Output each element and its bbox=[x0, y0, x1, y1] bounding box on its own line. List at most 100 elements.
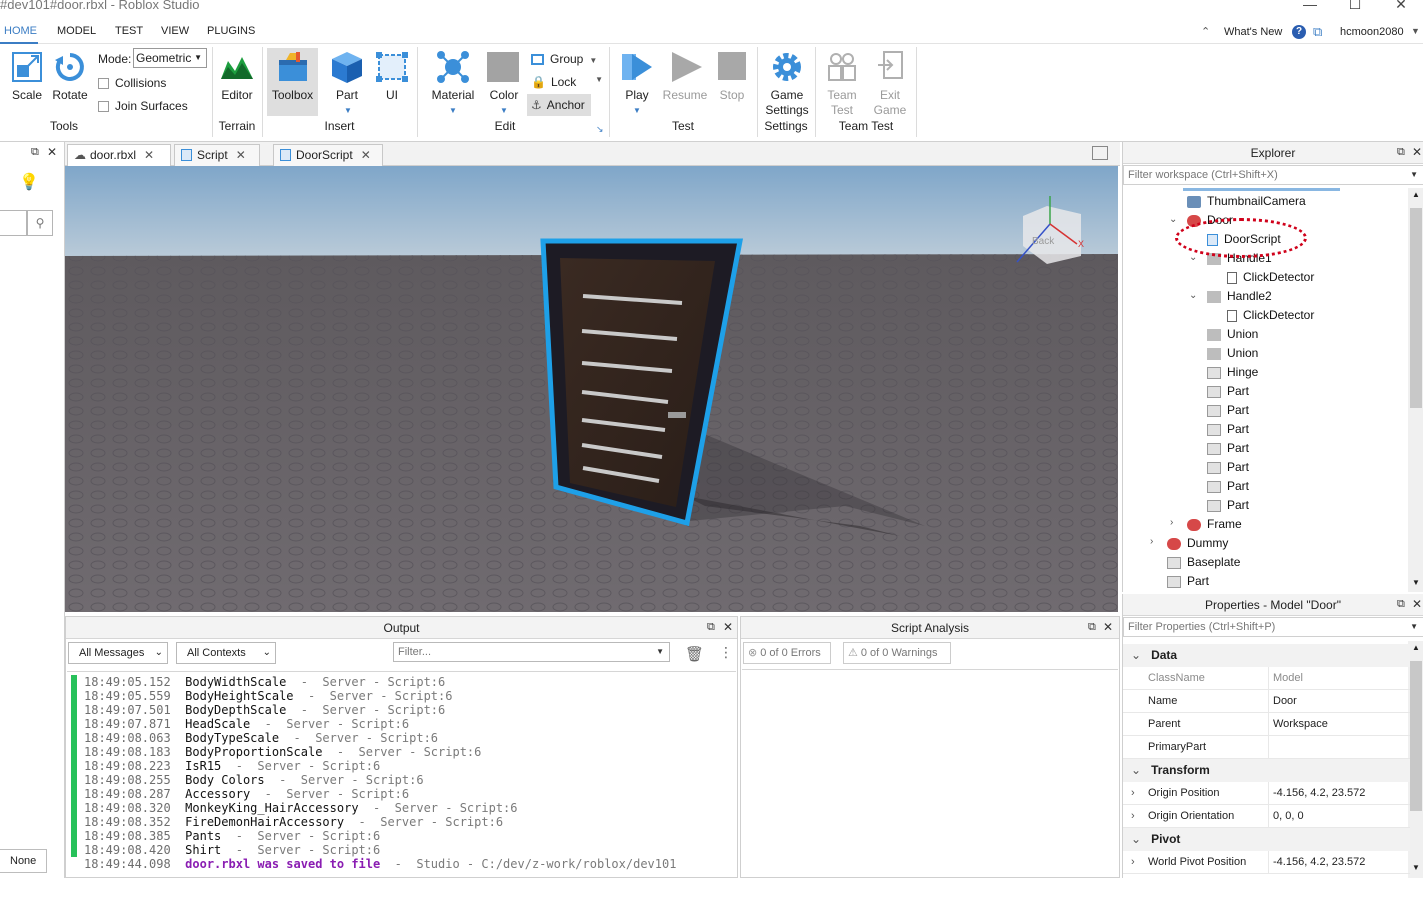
tree-item[interactable]: Part bbox=[1207, 458, 1249, 477]
close-icon[interactable]: ✕ bbox=[1103, 620, 1113, 634]
search-input[interactable] bbox=[0, 210, 27, 236]
tab-home[interactable]: HOME bbox=[4, 25, 37, 37]
tree-item[interactable]: Part bbox=[1207, 439, 1249, 458]
help-icon[interactable]: ? bbox=[1292, 25, 1306, 39]
scroll-down-icon[interactable]: ▼ bbox=[1412, 578, 1420, 587]
tab-plugins[interactable]: PLUGINS bbox=[207, 25, 255, 37]
section-data[interactable]: ⌄ Data bbox=[1123, 644, 1410, 667]
play-button[interactable]: Play ▼ bbox=[615, 48, 659, 116]
scroll-up-icon[interactable]: ▲ bbox=[1412, 190, 1420, 199]
part-button[interactable]: Part ▼ bbox=[325, 48, 369, 116]
tree-item[interactable]: ThumbnailCamera bbox=[1187, 192, 1306, 211]
scroll-up-icon[interactable]: ▲ bbox=[1412, 643, 1420, 652]
material-button[interactable]: Material ▼ bbox=[428, 48, 478, 116]
trash-icon[interactable]: 🗑 bbox=[685, 645, 704, 663]
scroll-down-icon[interactable]: ▼ bbox=[1412, 863, 1420, 872]
chevron-right-icon[interactable]: › bbox=[1150, 536, 1153, 547]
tree-item[interactable]: Part bbox=[1207, 496, 1249, 515]
tree-item[interactable]: Part bbox=[1207, 401, 1249, 420]
float-panel-icon[interactable]: ⧉ bbox=[1397, 146, 1405, 159]
prop-row-classname[interactable]: ClassName Model bbox=[1123, 667, 1410, 690]
prop-row-world-pivot[interactable]: › World Pivot Position -4.156, 4.2, 23.572 bbox=[1123, 851, 1410, 874]
collapse-ribbon-icon[interactable]: ⌃ bbox=[1201, 25, 1210, 38]
tree-item[interactable]: Part bbox=[1207, 382, 1249, 401]
close-icon[interactable]: ✕ bbox=[723, 620, 733, 634]
more-options-icon[interactable]: ⋮ bbox=[719, 644, 733, 661]
close-icon[interactable]: ✕ bbox=[361, 148, 371, 162]
lightbulb-icon[interactable]: 💡 bbox=[19, 172, 39, 192]
scroll-thumb[interactable] bbox=[1410, 661, 1422, 811]
prop-row-origin-position[interactable]: › Origin Position -4.156, 4.2, 23.572 bbox=[1123, 782, 1410, 805]
context-filter-select[interactable]: All Contexts ⌄ bbox=[176, 642, 276, 664]
mode-select[interactable]: Geometric ▼ bbox=[133, 48, 207, 68]
ui-button[interactable]: UI bbox=[370, 48, 414, 108]
close-icon[interactable]: ✕ bbox=[144, 148, 154, 162]
section-pivot[interactable]: ⌄ Pivot bbox=[1123, 828, 1410, 851]
float-panel-icon[interactable]: ⧉ bbox=[1397, 598, 1405, 611]
terrain-editor-button[interactable]: Editor bbox=[215, 48, 259, 108]
tree-item[interactable]: Frame bbox=[1187, 515, 1242, 534]
tree-item[interactable]: Hinge bbox=[1207, 363, 1258, 382]
tab-script[interactable]: Script ✕ bbox=[174, 144, 260, 166]
tree-item[interactable]: ClickDetector bbox=[1227, 268, 1314, 287]
team-test-button[interactable]: Team Test bbox=[820, 48, 864, 117]
viewport-scene[interactable]: X Back bbox=[65, 166, 1118, 612]
none-button[interactable]: None bbox=[0, 849, 47, 873]
explorer-filter-input[interactable]: Filter workspace (Ctrl+Shift+X) ▼ bbox=[1123, 165, 1423, 185]
checkbox-box[interactable] bbox=[98, 101, 109, 113]
chevron-right-icon[interactable]: › bbox=[1131, 851, 1135, 874]
tab-model[interactable]: MODEL bbox=[57, 25, 96, 37]
close-icon[interactable]: ✕ bbox=[236, 148, 246, 162]
chevron-right-icon[interactable]: › bbox=[1131, 805, 1135, 828]
prop-row-primarypart[interactable]: PrimaryPart bbox=[1123, 736, 1410, 759]
properties-filter-input[interactable]: Filter Properties (Ctrl+Shift+P) ▼ bbox=[1123, 617, 1423, 637]
anchor-button[interactable]: ⚓ Anchor bbox=[527, 94, 591, 116]
message-filter-select[interactable]: All Messages ⌄ bbox=[68, 642, 168, 664]
3d-viewport[interactable]: X Back bbox=[65, 166, 1118, 612]
tree-item[interactable]: Part bbox=[1207, 477, 1249, 496]
join-surfaces-checkbox[interactable]: Join Surfaces bbox=[98, 99, 188, 113]
whats-new-link[interactable]: What's New bbox=[1224, 26, 1282, 38]
tree-item[interactable]: Part bbox=[1167, 572, 1209, 590]
minimize-button[interactable]: — bbox=[1290, 0, 1330, 16]
scroll-thumb[interactable] bbox=[1410, 208, 1422, 408]
tree-item[interactable]: Baseplate bbox=[1167, 553, 1240, 572]
errors-filter-button[interactable]: ⊗ 0 of 0 Errors bbox=[743, 642, 831, 664]
output-filter-input[interactable]: Filter... ▼ bbox=[393, 642, 670, 662]
chevron-down-icon[interactable]: ⌄ bbox=[1189, 290, 1197, 301]
tree-item[interactable]: Handle2 bbox=[1207, 287, 1272, 306]
tree-item[interactable]: Union bbox=[1207, 325, 1258, 344]
float-panel-icon[interactable]: ⧉ bbox=[1088, 621, 1096, 634]
warnings-filter-button[interactable]: ⚠ 0 of 0 Warnings bbox=[843, 642, 951, 664]
chevron-right-icon[interactable]: › bbox=[1170, 517, 1173, 528]
tab-test[interactable]: TEST bbox=[115, 25, 143, 37]
game-settings-button[interactable]: Game Settings bbox=[762, 48, 812, 117]
scale-button[interactable]: Scale bbox=[5, 48, 49, 108]
properties-scrollbar[interactable]: ▲ ▼ bbox=[1408, 641, 1423, 878]
prop-row-origin-orientation[interactable]: › Origin Orientation 0, 0, 0 bbox=[1123, 805, 1410, 828]
resume-button[interactable]: Resume bbox=[662, 48, 708, 108]
float-panel-icon[interactable]: ⧉ bbox=[707, 621, 715, 634]
user-name[interactable]: hcmoon2080 bbox=[1340, 26, 1404, 38]
close-icon[interactable]: ✕ bbox=[1412, 145, 1422, 159]
close-window-button[interactable]: ✕ bbox=[1381, 0, 1421, 16]
tree-item[interactable]: ClickDetector bbox=[1227, 306, 1314, 325]
tree-item[interactable]: Part bbox=[1207, 420, 1249, 439]
checkbox-box[interactable] bbox=[98, 78, 109, 90]
chevron-right-icon[interactable]: › bbox=[1131, 782, 1135, 805]
chevron-down-icon[interactable]: ▼ bbox=[500, 106, 508, 115]
group-button[interactable]: Group ▼ bbox=[531, 52, 597, 66]
search-icon[interactable]: ⚲ bbox=[27, 210, 53, 236]
tab-doorscript[interactable]: DoorScript ✕ bbox=[273, 144, 383, 166]
section-transform[interactable]: ⌄ Transform bbox=[1123, 759, 1410, 782]
explorer-scrollbar[interactable]: ▲ ▼ bbox=[1408, 188, 1423, 592]
prop-row-parent[interactable]: Parent Workspace bbox=[1123, 713, 1410, 736]
rotate-button[interactable]: Rotate bbox=[48, 48, 92, 108]
collisions-checkbox[interactable]: Collisions bbox=[98, 76, 166, 90]
edit-settings-icon[interactable]: ↘ bbox=[596, 124, 604, 135]
toolbox-button[interactable]: Toolbox bbox=[267, 48, 318, 116]
share-icon[interactable]: ⧉ bbox=[1313, 24, 1322, 40]
viewport-layout-icon[interactable] bbox=[1092, 146, 1108, 160]
chevron-down-icon[interactable]: ⌄ bbox=[1189, 252, 1197, 263]
user-dropdown-icon[interactable]: ▼ bbox=[1411, 26, 1420, 36]
